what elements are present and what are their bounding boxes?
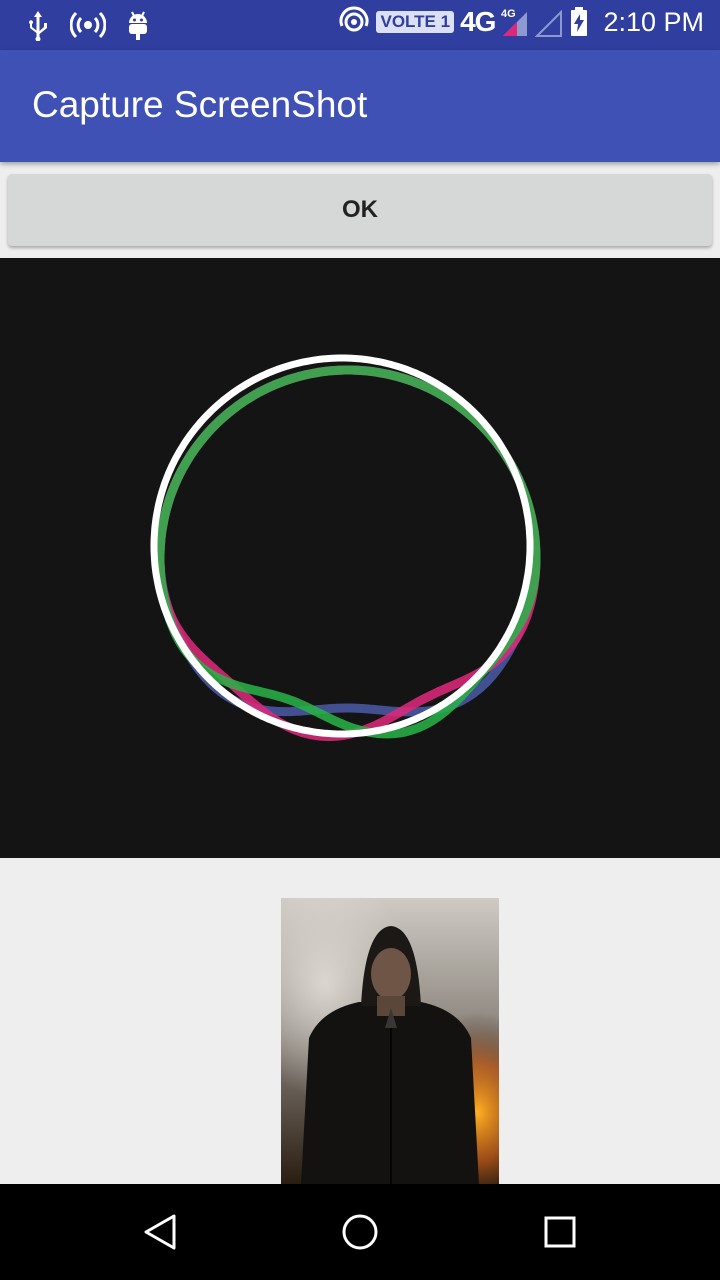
hooded-man-poster-image bbox=[281, 898, 499, 1184]
animation-panel bbox=[0, 258, 720, 858]
ring-1 bbox=[150, 354, 534, 738]
captured-photo bbox=[281, 898, 499, 1184]
svg-text:4G: 4G bbox=[501, 8, 516, 20]
volte-badge: VOLTE 1 bbox=[376, 11, 455, 33]
animated-rings bbox=[150, 354, 541, 741]
page-title: Capture ScreenShot bbox=[32, 84, 368, 125]
home-icon[interactable] bbox=[330, 1202, 390, 1262]
navigation-bar bbox=[0, 1184, 720, 1280]
usb-icon bbox=[29, 11, 47, 41]
android-debug-icon bbox=[129, 11, 147, 40]
battery-charging-icon bbox=[571, 7, 588, 36]
ok-button[interactable]: OK bbox=[8, 174, 712, 246]
signal-4g-icon: 4G bbox=[501, 8, 528, 36]
wifi-calling-icon bbox=[339, 6, 369, 32]
network-type-label: 4G bbox=[460, 6, 496, 37]
clock: 2:10 PM bbox=[603, 6, 704, 37]
hotspot-icon bbox=[70, 11, 106, 39]
app-bar: Capture ScreenShot bbox=[0, 50, 720, 162]
signal-empty-icon bbox=[535, 9, 563, 37]
recents-icon[interactable] bbox=[530, 1202, 590, 1262]
back-icon[interactable] bbox=[130, 1202, 190, 1262]
status-bar: VOLTE 1 4G 4G 2:10 PM bbox=[0, 0, 720, 50]
ring-3 bbox=[155, 365, 541, 739]
